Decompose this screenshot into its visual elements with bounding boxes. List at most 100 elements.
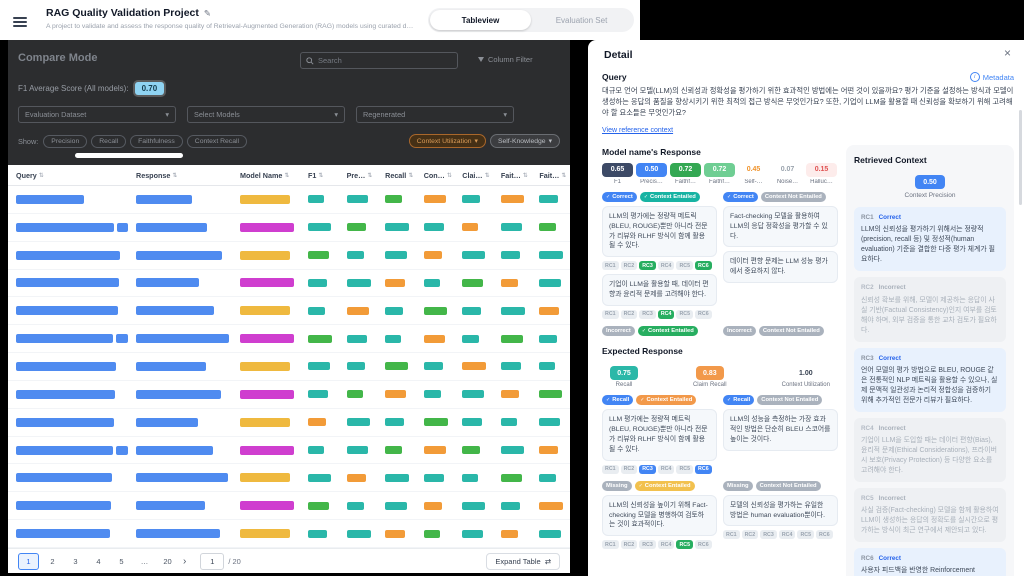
sort-icon[interactable]: ⇅ — [284, 172, 289, 179]
column-filter-button[interactable]: Column Filter — [478, 55, 533, 64]
table-row[interactable] — [8, 464, 570, 492]
response-cell — [128, 437, 232, 464]
badge-label: Correct — [733, 194, 754, 200]
column-header[interactable]: Query⇅ — [8, 171, 128, 180]
check-icon: ✓ — [642, 328, 646, 334]
page-button[interactable]: 2 — [43, 554, 62, 569]
table-row[interactable] — [8, 353, 570, 381]
sort-icon[interactable]: ⇅ — [172, 172, 177, 179]
redacted-metric-value — [424, 530, 440, 538]
column-header[interactable]: Fait…⇅ — [493, 171, 532, 180]
metric-chip[interactable]: Faithfulness — [130, 135, 183, 148]
rc-id: RC6 — [861, 554, 874, 563]
metric-cell — [300, 437, 339, 464]
filter-select[interactable]: Select Models▾ — [187, 106, 345, 123]
column-header[interactable]: Fait…⇅ — [531, 171, 570, 180]
tab-evaluation-set[interactable]: Evaluation Set — [531, 10, 632, 30]
rc-id: RC1 — [861, 213, 874, 222]
badge-label: Context Not Entailed — [763, 328, 820, 334]
metric-chip[interactable]: Precision — [43, 135, 87, 148]
selected-metric-chip[interactable]: Self-Knowledge▾ — [490, 134, 560, 148]
metric-chip[interactable]: Recall — [91, 135, 126, 148]
column-header[interactable]: Pre…⇅ — [339, 171, 378, 180]
menu-icon[interactable] — [13, 15, 27, 29]
search-placeholder: Search — [318, 56, 342, 65]
selected-metric-chip[interactable]: Context Utilization▾ — [409, 134, 486, 148]
metric-cell — [454, 409, 493, 436]
scrollbar-thumb[interactable] — [1019, 110, 1022, 205]
tab-tableview[interactable]: Tableview — [430, 10, 531, 30]
metric-cell — [493, 409, 532, 436]
chevron-down-icon: ▾ — [549, 137, 552, 145]
sort-icon[interactable]: ⇅ — [39, 172, 44, 179]
edit-icon[interactable]: ✎ — [204, 8, 211, 19]
filter-label: Evaluation Dataset — [25, 110, 86, 119]
table-row[interactable] — [8, 214, 570, 242]
view-reference-link[interactable]: View reference context — [602, 127, 673, 134]
redacted-metric-value — [501, 223, 522, 231]
sort-icon[interactable]: ⇅ — [318, 172, 323, 179]
expected-response-title: Expected Response — [602, 346, 838, 356]
redacted-model-name — [240, 473, 290, 482]
query-cell — [8, 214, 128, 241]
table-row[interactable] — [8, 409, 570, 437]
detail-body: Query i Metadata 대규모 언어 모델(LLM)의 신뢰성과 정확… — [602, 72, 1014, 576]
redacted-metric-value — [347, 335, 367, 343]
rc-chip: RC2 — [621, 310, 638, 319]
show-label: Show: — [18, 137, 38, 146]
badge-label: Missing — [606, 483, 628, 489]
query-cell — [8, 437, 128, 464]
column-header[interactable]: Model Name⇅ — [232, 171, 300, 180]
badge-row: MissingContext Not Entailed — [723, 481, 838, 491]
badge-label: Context Entailed — [647, 397, 693, 403]
column-header[interactable]: F1⇅ — [300, 171, 339, 180]
query-cell — [8, 325, 128, 352]
rc-verdict: Correct — [879, 554, 901, 563]
page-button[interactable]: 3 — [66, 554, 85, 569]
sort-icon[interactable]: ⇅ — [523, 172, 528, 179]
metric-chip[interactable]: Context Recall — [187, 135, 247, 148]
column-header[interactable]: Recall⇅ — [377, 171, 416, 180]
table-row[interactable] — [8, 270, 570, 298]
filter-select[interactable]: Evaluation Dataset▾ — [18, 106, 176, 123]
rc-chip: RC1 — [602, 465, 619, 474]
table-row[interactable] — [8, 520, 570, 548]
table-row[interactable] — [8, 297, 570, 325]
expand-table-button[interactable]: Expand Table ⇄ — [486, 553, 560, 570]
rc-chip-row: RC1RC2RC3RC4RC5RC6 — [602, 465, 717, 474]
column-label: Fait… — [539, 171, 559, 180]
rc-chip: RC5 — [797, 530, 814, 539]
table-row[interactable] — [8, 325, 570, 353]
sort-icon[interactable]: ⇅ — [367, 172, 372, 179]
sort-icon[interactable]: ⇅ — [485, 172, 490, 179]
table-row[interactable] — [8, 242, 570, 270]
sort-icon[interactable]: ⇅ — [447, 172, 452, 179]
column-header[interactable]: Con…⇅ — [416, 171, 455, 180]
page-button[interactable]: 1 — [18, 553, 39, 570]
column-header[interactable]: Clai…⇅ — [454, 171, 493, 180]
table-row[interactable] — [8, 492, 570, 520]
column-header[interactable]: Response⇅ — [128, 171, 232, 180]
table-row[interactable] — [8, 381, 570, 409]
next-page-button[interactable]: › — [183, 556, 186, 567]
redacted-model-name — [240, 278, 294, 287]
redacted-metric-value — [424, 223, 444, 231]
model-cell — [232, 437, 300, 464]
metric-cell — [339, 270, 378, 297]
expected-metric: 0.83Claim Recall — [693, 362, 727, 389]
close-icon[interactable]: × — [1004, 46, 1011, 60]
rc-chip: RC4 — [658, 540, 675, 549]
page-jump-input[interactable]: 1 — [200, 553, 224, 570]
search-input[interactable]: Search — [300, 52, 458, 69]
table-row[interactable] — [8, 186, 570, 214]
page-button[interactable]: 5 — [112, 554, 131, 569]
filter-select[interactable]: Regenerated▾ — [356, 106, 514, 123]
page-button[interactable]: 20 — [158, 554, 177, 569]
table-row[interactable] — [8, 437, 570, 465]
sort-icon[interactable]: ⇅ — [408, 172, 413, 179]
sort-icon[interactable]: ⇅ — [561, 172, 566, 179]
retrieved-card-header: RC3Correct — [861, 354, 999, 363]
response-card: Fact-checking 모델을 활용하여 LLM의 응답 정확성을 평가할 … — [723, 206, 838, 248]
metadata-link[interactable]: i Metadata — [970, 72, 1014, 82]
page-button[interactable]: 4 — [89, 554, 108, 569]
